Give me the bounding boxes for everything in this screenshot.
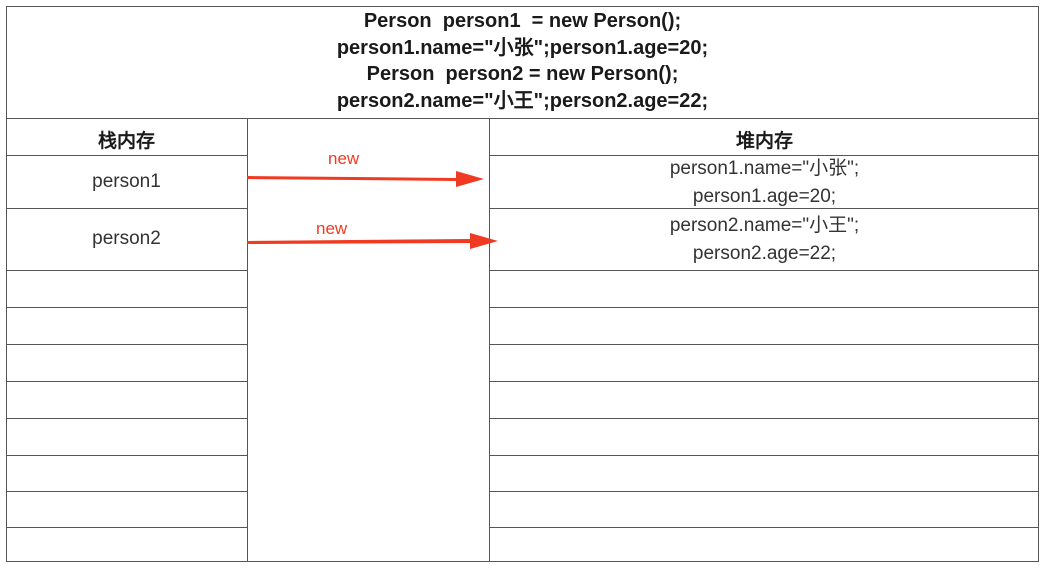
arrow-person1 [247, 171, 484, 187]
reference-arrows [247, 171, 498, 249]
arrow-person2 [247, 233, 498, 249]
